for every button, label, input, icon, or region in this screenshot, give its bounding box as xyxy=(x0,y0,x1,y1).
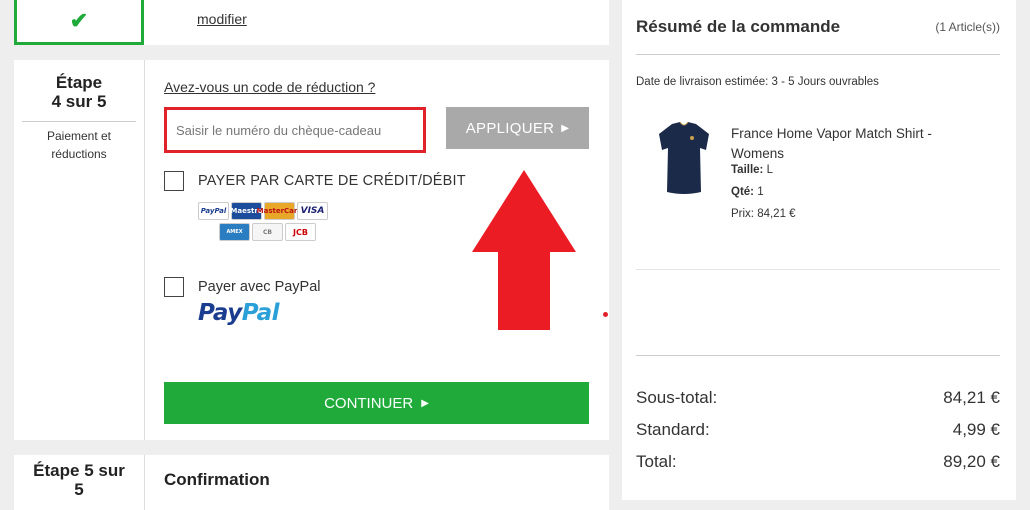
red-up-arrow-icon xyxy=(472,170,576,330)
product-quantity: Qté: 1 xyxy=(731,186,764,198)
amex-card-icon: AMEX xyxy=(219,223,250,241)
total-row: Total: 89,20 € xyxy=(636,452,1000,471)
card-logos: PayPal Maestro MasterCard VISA AMEX CB J… xyxy=(198,202,328,244)
red-dot xyxy=(603,312,608,317)
order-summary: Résumé de la commande (1 Article(s)) Dat… xyxy=(622,0,1016,500)
continue-button-label: CONTINUER xyxy=(324,394,414,412)
confirmation-title: Confirmation xyxy=(164,470,270,489)
card-payment-checkbox[interactable] xyxy=(164,171,184,191)
navy-shirt-image[interactable] xyxy=(654,120,714,196)
paypal-payment-label[interactable]: Payer avec PayPal xyxy=(198,279,321,295)
step-indicator: Étape 5 sur 5 xyxy=(14,455,145,510)
cb-card-icon: CB xyxy=(252,223,283,241)
paypal-logo: PayPal xyxy=(198,300,280,326)
divider xyxy=(636,269,1000,270)
checkmark-icon: ✔ xyxy=(69,8,89,33)
product-price: Prix: 84,21 € xyxy=(731,208,796,220)
visa-card-icon: VISA xyxy=(297,202,328,220)
subtotal-row: Sous-total: 84,21 € xyxy=(636,388,1000,407)
delivery-estimate: Date de livraison estimée: 3 - 5 Jours o… xyxy=(636,76,879,88)
paypal-payment-checkbox[interactable] xyxy=(164,277,184,297)
continue-button[interactable]: CONTINUER ▶ xyxy=(164,382,589,424)
step-divider xyxy=(22,121,136,122)
divider xyxy=(636,355,1000,356)
paypal-card-icon: PayPal xyxy=(198,202,229,220)
jcb-card-icon: JCB xyxy=(285,223,316,241)
card-payment-label[interactable]: PAYER PAR CARTE DE CRÉDIT/DÉBIT xyxy=(198,173,466,189)
shipping-row: Standard: 4,99 € xyxy=(636,420,1000,439)
gift-card-input[interactable] xyxy=(164,107,426,153)
summary-title: Résumé de la commande xyxy=(636,17,841,36)
promo-code-link[interactable]: Avez-vous un code de réduction ? xyxy=(164,79,375,95)
product-name[interactable]: France Home Vapor Match Shirt - Womens xyxy=(731,124,971,164)
step-complete-indicator: ✔ xyxy=(14,0,144,45)
step-title: Étape 4 sur 5 xyxy=(51,73,107,111)
item-count: (1 Article(s)) xyxy=(935,20,1000,34)
step-subtitle: Paiement et réductions xyxy=(46,129,112,161)
step-5-panel: Étape 5 sur 5 Confirmation xyxy=(14,455,609,510)
play-arrow-icon: ▶ xyxy=(561,122,570,134)
apply-button-label: APPLIQUER xyxy=(465,119,555,137)
mastercard-card-icon: MasterCard xyxy=(257,202,302,220)
step-indicator: Étape 4 sur 5 Paiement et réductions xyxy=(14,60,145,440)
modify-link[interactable]: modifier xyxy=(197,11,247,27)
product-size: Taille: L xyxy=(731,164,773,176)
step-3-panel: ✔ modifier xyxy=(14,0,609,45)
step-title: Étape 5 sur 5 xyxy=(33,461,125,499)
play-arrow-icon: ▶ xyxy=(421,397,429,409)
divider xyxy=(636,54,1000,55)
apply-button[interactable]: APPLIQUER ▶ xyxy=(446,107,589,149)
